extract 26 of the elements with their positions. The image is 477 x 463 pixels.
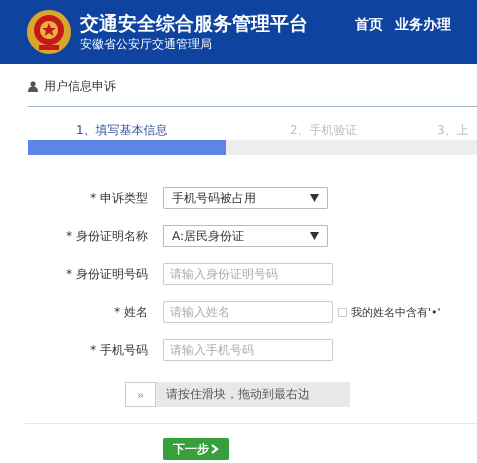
site-subtitle: 安徽省公安厅交通管理局 <box>80 36 213 52</box>
dropdown[interactable]: 手机号码被占用 <box>163 187 328 209</box>
step-label: 2、手机验证 <box>290 122 359 139</box>
checkbox-label: 我的姓名中含有'•' <box>351 304 441 320</box>
step-label: 3、上 <box>437 122 470 139</box>
dropdown[interactable]: A:居民身份证 <box>163 225 328 247</box>
field-label: * 姓名 <box>113 304 148 320</box>
input-field[interactable]: 请输入身份证明号码 <box>163 263 333 285</box>
field-label: * 申诉类型 <box>89 190 148 206</box>
slider-hint: 请按住滑块，拖动到最右边 <box>166 386 310 403</box>
step-label: 1、填写基本信息 <box>76 122 169 139</box>
emblem-icon <box>26 9 72 55</box>
user-icon <box>28 80 38 92</box>
field-label: * 手机号码 <box>89 342 148 358</box>
nav-link[interactable]: 首页 <box>355 16 383 34</box>
input-field[interactable]: 请输入姓名 <box>163 301 333 323</box>
dropdown-arrow-icon <box>310 232 319 240</box>
breadcrumb-title: 用户信息申诉 <box>44 78 116 94</box>
field-label: * 身份证明号码 <box>65 266 148 282</box>
field-label: * 身份证明名称 <box>65 228 148 244</box>
nav-link[interactable]: 业务办理 <box>395 16 451 34</box>
input-field[interactable]: 请输入手机号码 <box>163 339 333 361</box>
chevron-right-icon <box>211 444 219 454</box>
checkbox[interactable] <box>338 308 347 316</box>
site-title: 交通安全综合服务管理平台 <box>80 12 309 36</box>
dropdown-arrow-icon <box>310 194 319 202</box>
